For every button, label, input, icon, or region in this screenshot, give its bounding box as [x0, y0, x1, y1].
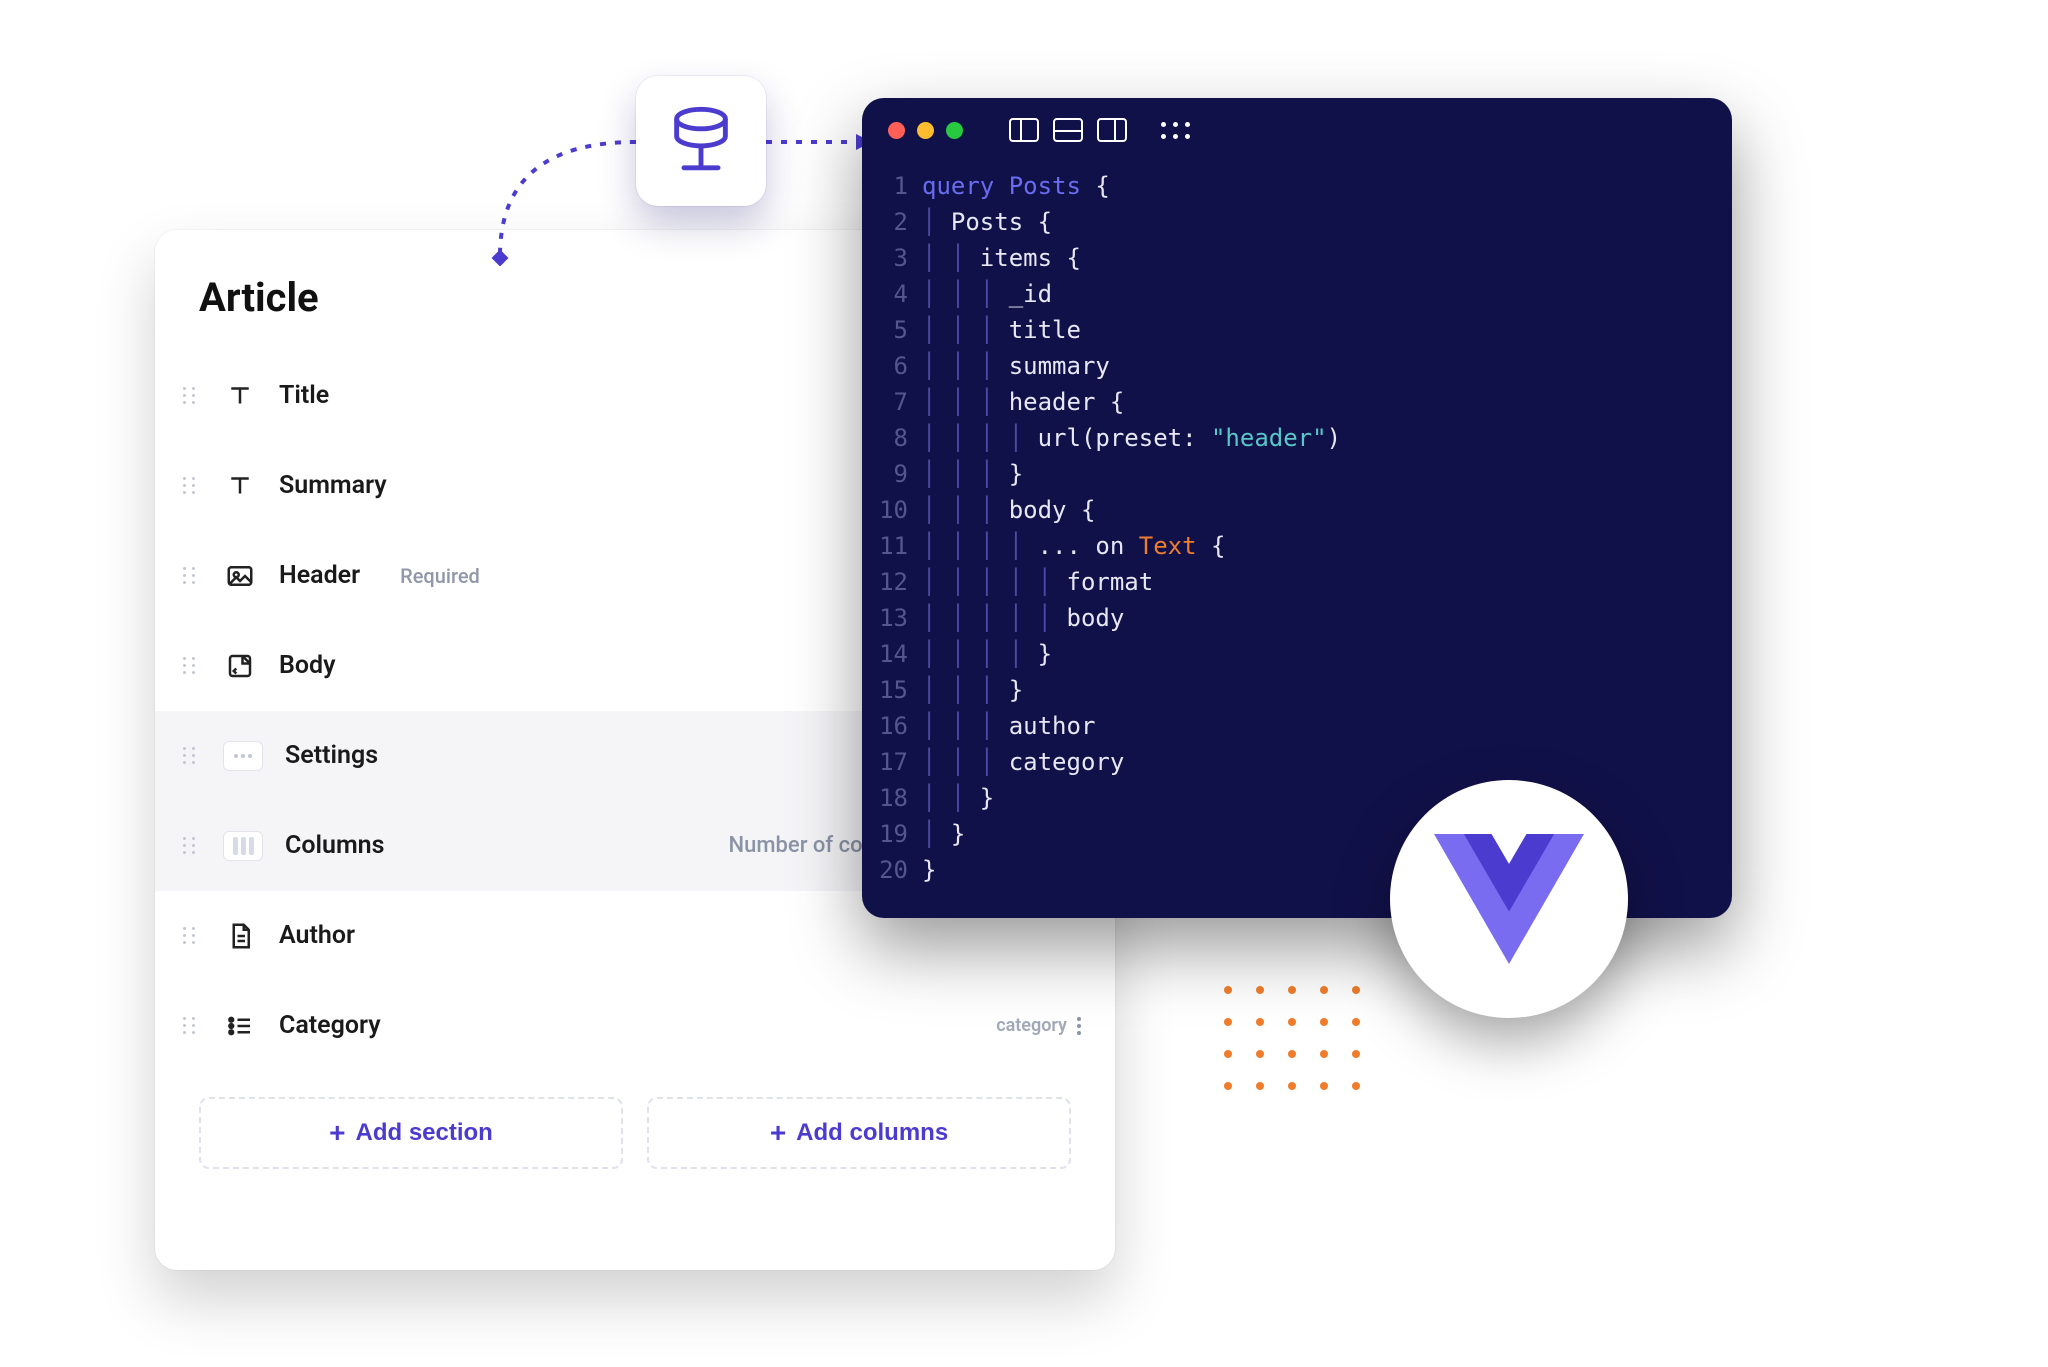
add-columns-button[interactable]: + Add columns: [647, 1097, 1071, 1169]
drag-handle-icon[interactable]: [183, 747, 201, 765]
code-line: query Posts {: [922, 168, 1712, 204]
field-label: Body: [279, 651, 336, 680]
code-editor-panel: 1234567891011121314151617181920 query Po…: [862, 98, 1732, 918]
code-line: │ │ │ _id: [922, 276, 1712, 312]
line-number-gutter: 1234567891011121314151617181920: [862, 168, 922, 888]
code-line: │ │ │ category: [922, 744, 1712, 780]
drag-grid-icon[interactable]: [1161, 122, 1190, 139]
line-number: 20: [862, 852, 908, 888]
code-content[interactable]: query Posts {│ Posts {│ │ items {│ │ │ _…: [922, 168, 1732, 888]
line-number: 13: [862, 600, 908, 636]
line-number: 8: [862, 420, 908, 456]
line-number: 12: [862, 564, 908, 600]
code-titlebar: [862, 98, 1732, 162]
code-line: │ │ │ │ }: [922, 636, 1712, 672]
plus-icon: +: [770, 1119, 786, 1147]
columns-type-icon: [223, 831, 263, 861]
code-line: │ │ │ header {: [922, 384, 1712, 420]
drag-handle-icon[interactable]: [183, 657, 201, 675]
minimize-icon[interactable]: [917, 122, 934, 139]
code-line: │ │ items {: [922, 240, 1712, 276]
field-label: Title: [279, 381, 329, 410]
vue-logo-icon: [1434, 834, 1584, 964]
layout-bottom-icon[interactable]: [1053, 118, 1083, 142]
field-label: Author: [279, 921, 355, 950]
field-label: Settings: [285, 741, 378, 770]
code-line: │ │ │ │ │ body: [922, 600, 1712, 636]
code-line: │ │ │ summary: [922, 348, 1712, 384]
drag-handle-icon[interactable]: [183, 837, 201, 855]
line-number: 11: [862, 528, 908, 564]
code-line: │ │ │ author: [922, 708, 1712, 744]
vue-logo-badge: [1390, 780, 1628, 1018]
image-type-icon: [223, 559, 257, 593]
code-line: │ │ │ body {: [922, 492, 1712, 528]
more-icon[interactable]: [1077, 1017, 1081, 1035]
layout-right-icon[interactable]: [1097, 118, 1127, 142]
drag-handle-icon[interactable]: [183, 567, 201, 585]
list-type-icon: [223, 1009, 257, 1043]
code-line: │ │ │ │ url(preset: "header"): [922, 420, 1712, 456]
line-number: 19: [862, 816, 908, 852]
category-meta-text: category: [996, 1015, 1067, 1036]
line-number: 3: [862, 240, 908, 276]
text-type-icon: [223, 469, 257, 503]
close-icon[interactable]: [888, 122, 905, 139]
line-number: 7: [862, 384, 908, 420]
plus-icon: +: [329, 1119, 345, 1147]
line-number: 9: [862, 456, 908, 492]
document-type-icon: [223, 919, 257, 953]
line-number: 14: [862, 636, 908, 672]
code-line: │ Posts {: [922, 204, 1712, 240]
code-line: │ │ │ }: [922, 672, 1712, 708]
field-label: Columns: [285, 831, 384, 860]
code-line: │ │ }: [922, 780, 1712, 816]
field-label: Header: [279, 561, 360, 590]
database-node[interactable]: [636, 76, 766, 206]
layout-left-icon[interactable]: [1009, 118, 1039, 142]
field-label: Summary: [279, 471, 387, 500]
drag-handle-icon[interactable]: [183, 927, 201, 945]
required-tag: Required: [400, 564, 480, 588]
section-type-icon: [223, 741, 263, 771]
add-section-button[interactable]: + Add section: [199, 1097, 623, 1169]
line-number: 2: [862, 204, 908, 240]
line-number: 10: [862, 492, 908, 528]
line-number: 17: [862, 744, 908, 780]
line-number: 6: [862, 348, 908, 384]
line-number: 1: [862, 168, 908, 204]
code-line: │ │ │ }: [922, 456, 1712, 492]
code-line: │ │ │ │ │ format: [922, 564, 1712, 600]
richtext-type-icon: [223, 649, 257, 683]
line-number: 16: [862, 708, 908, 744]
database-icon: [662, 102, 740, 180]
code-line: │ │ │ title: [922, 312, 1712, 348]
field-row-category[interactable]: Category category: [155, 981, 1115, 1071]
line-number: 5: [862, 312, 908, 348]
line-number: 15: [862, 672, 908, 708]
add-columns-label: Add columns: [796, 1119, 948, 1147]
text-type-icon: [223, 379, 257, 413]
maximize-icon[interactable]: [946, 122, 963, 139]
field-label: Category: [279, 1011, 381, 1040]
drag-handle-icon[interactable]: [183, 477, 201, 495]
code-line: │ │ │ │ ... on Text {: [922, 528, 1712, 564]
line-number: 4: [862, 276, 908, 312]
drag-handle-icon[interactable]: [183, 1017, 201, 1035]
drag-handle-icon[interactable]: [183, 387, 201, 405]
decorative-dot-grid: [1224, 986, 1360, 1090]
traffic-lights: [888, 122, 963, 139]
add-section-label: Add section: [356, 1119, 493, 1147]
line-number: 18: [862, 780, 908, 816]
